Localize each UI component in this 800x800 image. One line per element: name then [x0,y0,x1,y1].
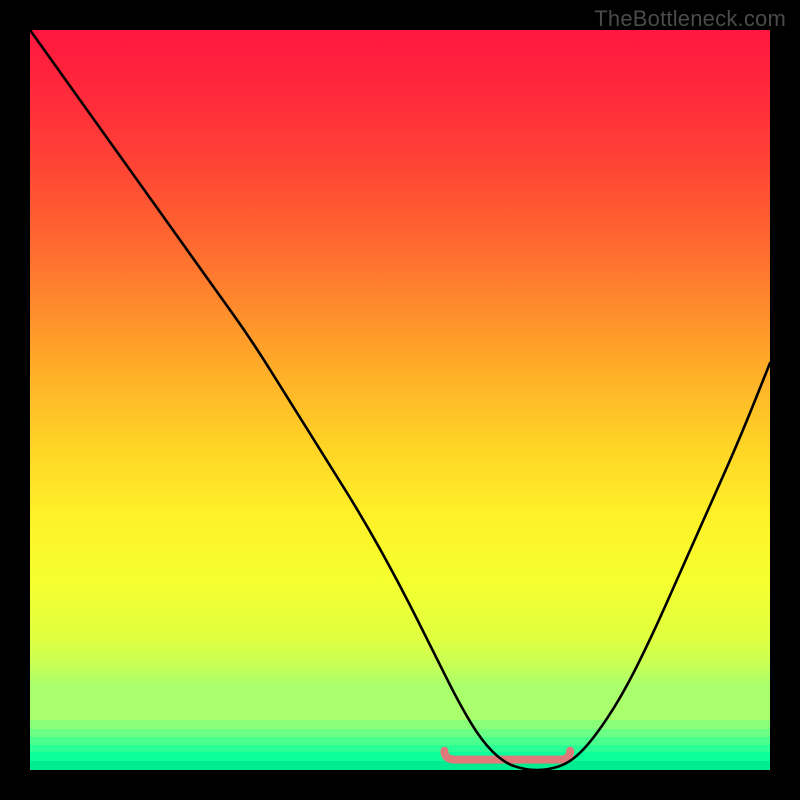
watermark-text: TheBottleneck.com [594,6,786,32]
chart-frame: TheBottleneck.com [0,0,800,800]
plot-area [30,30,770,770]
curve-layer [30,30,770,770]
optimal-range-marker [444,751,570,760]
bottleneck-curve [30,30,770,770]
